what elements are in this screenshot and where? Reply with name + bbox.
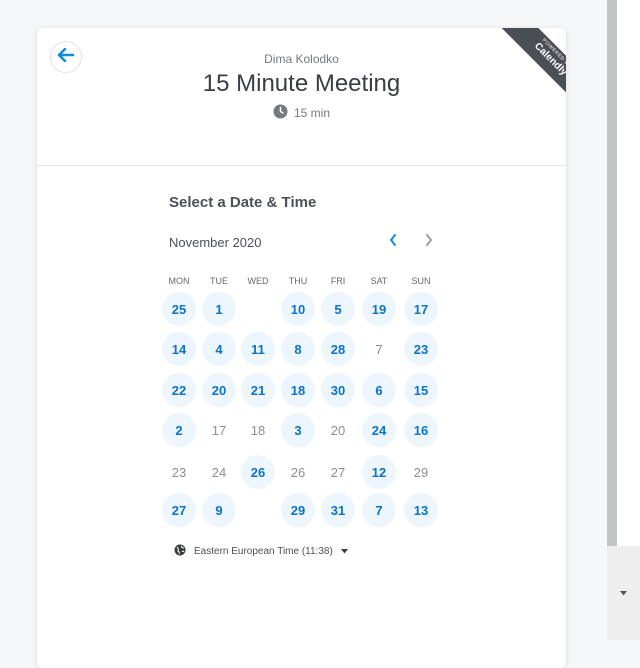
available-day-button[interactable]: 30 <box>321 373 355 407</box>
available-day-button[interactable]: 20 <box>202 373 236 407</box>
next-month-button[interactable] <box>419 232 439 252</box>
booking-card: Dima Kolodko 15 Minute Meeting 15 min PO… <box>37 28 566 668</box>
unavailable-day: 18 <box>250 422 266 438</box>
unavailable-day: 20 <box>330 422 346 438</box>
available-day-button[interactable]: 24 <box>362 413 396 447</box>
unavailable-day: 17 <box>211 422 227 438</box>
duration-label: 15 min <box>293 106 331 120</box>
available-day-button[interactable]: 23 <box>404 332 438 366</box>
weekday-fri: FRI <box>330 276 346 286</box>
unavailable-day: 27 <box>330 464 346 480</box>
available-day-button[interactable]: 15 <box>404 373 438 407</box>
unavailable-day: 29 <box>413 464 429 480</box>
weekday-tue: TUE <box>210 276 228 286</box>
available-day-button[interactable]: 14 <box>162 332 196 366</box>
available-day-button[interactable]: 3 <box>281 413 315 447</box>
scroll-down-button[interactable] <box>607 546 640 640</box>
available-day-button[interactable]: 21 <box>241 373 275 407</box>
clock-icon <box>273 104 288 122</box>
event-header: Dima Kolodko 15 Minute Meeting 15 min PO… <box>37 28 566 166</box>
badge-brand-text: Calendly <box>532 40 566 78</box>
month-label: November 2020 <box>169 235 262 250</box>
available-day-button[interactable]: 18 <box>281 373 315 407</box>
chevron-left-icon <box>389 233 397 251</box>
prev-month-button[interactable] <box>383 232 403 252</box>
available-day-button[interactable]: 29 <box>281 493 315 527</box>
powered-by-badge[interactable]: POWERED BY Calendly <box>486 28 566 108</box>
badge-ribbon: POWERED BY Calendly <box>499 28 566 108</box>
available-day-button[interactable]: 25 <box>162 292 196 326</box>
available-day-button[interactable]: 1 <box>202 292 236 326</box>
scroll-down-arrow-icon <box>620 588 627 598</box>
available-day-button[interactable]: 19 <box>362 292 396 326</box>
available-day-button[interactable]: 27 <box>162 493 196 527</box>
caret-down-icon <box>340 546 348 557</box>
available-day-button[interactable]: 31 <box>321 493 355 527</box>
weekday-sat: SAT <box>370 276 388 286</box>
available-day-button[interactable]: 7 <box>362 493 396 527</box>
available-day-button[interactable]: 28 <box>321 332 355 366</box>
available-day-button[interactable]: 22 <box>162 373 196 407</box>
scrollbar-thumb[interactable] <box>607 0 617 546</box>
weekday-thu: THU <box>288 276 308 286</box>
chevron-right-icon <box>425 233 433 251</box>
available-day-button[interactable]: 26 <box>241 455 275 489</box>
unavailable-day: 7 <box>375 341 383 357</box>
timezone-label: Eastern European Time (11:38) <box>194 546 333 557</box>
available-day-button[interactable]: 5 <box>321 292 355 326</box>
section-title: Select a Date & Time <box>169 194 317 211</box>
weekday-sun: SUN <box>411 276 431 286</box>
weekday-wed: WED <box>247 276 269 286</box>
available-day-button[interactable]: 16 <box>404 413 438 447</box>
available-day-button[interactable]: 6 <box>362 373 396 407</box>
available-day-button[interactable]: 10 <box>281 292 315 326</box>
weekday-mon: MON <box>168 276 190 286</box>
available-day-button[interactable]: 17 <box>404 292 438 326</box>
available-day-button[interactable]: 8 <box>281 332 315 366</box>
timezone-selector[interactable]: Eastern European Time (11:38) <box>174 544 348 559</box>
available-day-button[interactable]: 9 <box>202 493 236 527</box>
globe-icon <box>174 544 186 559</box>
available-day-button[interactable]: 2 <box>162 413 196 447</box>
available-day-button[interactable]: 12 <box>362 455 396 489</box>
unavailable-day: 26 <box>290 464 306 480</box>
available-day-button[interactable]: 4 <box>202 332 236 366</box>
unavailable-day: 23 <box>171 464 187 480</box>
available-day-button[interactable]: 13 <box>404 493 438 527</box>
unavailable-day: 24 <box>211 464 227 480</box>
available-day-button[interactable]: 11 <box>241 332 275 366</box>
